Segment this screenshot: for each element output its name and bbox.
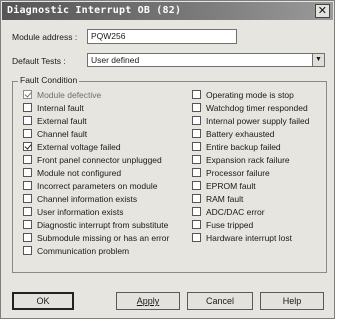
fault-checkbox-row[interactable]: Entire backup failed — [192, 142, 281, 153]
checkbox-label: Front panel connector unplugged — [37, 155, 162, 165]
cancel-button[interactable]: Cancel — [187, 292, 253, 310]
checkbox[interactable] — [192, 116, 201, 125]
checkbox-label: Watchdog timer responded — [206, 103, 308, 113]
fault-checkbox-row[interactable]: Internal fault — [23, 103, 84, 114]
checkbox[interactable] — [192, 168, 201, 177]
fault-checkbox-row[interactable]: Channel information exists — [23, 194, 137, 205]
checkbox-label: User information exists — [37, 207, 124, 217]
dialog-title: Diagnostic Interrupt OB (82) — [7, 5, 182, 16]
default-tests-label: Default Tests : — [12, 56, 66, 66]
apply-button-label: Apply — [136, 296, 160, 306]
fault-checkbox-row[interactable]: Incorrect parameters on module — [23, 181, 157, 192]
fault-checkbox-row[interactable]: Hardware interrupt lost — [192, 233, 292, 244]
checkbox[interactable] — [23, 181, 32, 190]
checkbox-label: External voltage failed — [37, 142, 121, 152]
checkbox[interactable] — [23, 103, 32, 112]
fault-checkbox-row[interactable]: Channel fault — [23, 129, 87, 140]
checkbox-label: Module not configured — [37, 168, 122, 178]
checkbox[interactable] — [23, 220, 32, 229]
checkbox[interactable] — [23, 194, 32, 203]
fault-checkbox-row[interactable]: Communication problem — [23, 246, 129, 257]
fault-checkbox-row[interactable]: External fault — [23, 116, 87, 127]
module-address-input[interactable]: PQW256 — [87, 29, 237, 44]
fault-checkbox-row[interactable]: Battery exhausted — [192, 129, 275, 140]
checkbox[interactable] — [192, 194, 201, 203]
checkbox-label: Processor failure — [206, 168, 270, 178]
default-tests-value: User defined — [91, 55, 140, 65]
checkbox-label: EPROM fault — [206, 181, 256, 191]
title-bar[interactable]: Diagnostic Interrupt OB (82) ✕ — [2, 2, 333, 20]
checkbox-label: Diagnostic interrupt from substitute — [37, 220, 169, 230]
checkbox[interactable] — [192, 155, 201, 164]
checkbox-label: Battery exhausted — [206, 129, 275, 139]
fault-checkbox-row[interactable]: Diagnostic interrupt from substitute — [23, 220, 168, 231]
default-tests-select[interactable]: User defined ▼ — [87, 53, 325, 67]
checkbox[interactable] — [23, 168, 32, 177]
checkbox-label: Channel information exists — [37, 194, 138, 204]
help-button[interactable]: Help — [260, 292, 324, 310]
checkbox-label: Fuse tripped — [206, 220, 254, 230]
apply-button[interactable]: Apply — [116, 292, 180, 310]
checkbox-label: Hardware interrupt lost — [206, 233, 292, 243]
checkbox[interactable] — [23, 233, 32, 242]
close-icon: ✕ — [317, 4, 328, 17]
fault-checkbox-row[interactable]: Processor failure — [192, 168, 270, 179]
close-button[interactable]: ✕ — [315, 4, 330, 18]
fault-condition-title: Fault Condition — [18, 75, 80, 86]
checkbox-label: Internal fault — [37, 103, 84, 113]
checkbox[interactable] — [23, 155, 32, 164]
checkbox-label: Entire backup failed — [206, 142, 281, 152]
checkbox[interactable] — [23, 116, 32, 125]
checkbox[interactable] — [192, 207, 201, 216]
fault-checkbox-row[interactable]: User information exists — [23, 207, 123, 218]
checkbox[interactable] — [23, 90, 32, 99]
fault-checkbox-row[interactable]: Module not configured — [23, 168, 121, 179]
module-address-label: Module address : — [12, 32, 78, 42]
fault-checkbox-row[interactable]: EPROM fault — [192, 181, 256, 192]
checkbox[interactable] — [192, 103, 201, 112]
checkbox[interactable] — [192, 233, 201, 242]
checkbox-label: Communication problem — [37, 246, 130, 256]
checkbox-label: External fault — [37, 116, 87, 126]
checkbox[interactable] — [23, 207, 32, 216]
checkbox-label: Operating mode is stop — [206, 90, 294, 100]
ok-button[interactable]: OK — [12, 292, 74, 310]
fault-checkbox-row[interactable]: Expansion rack failure — [192, 155, 290, 166]
checkbox-label: Channel fault — [37, 129, 88, 139]
checkbox[interactable] — [23, 246, 32, 255]
fault-checkbox-row[interactable]: RAM fault — [192, 194, 243, 205]
fault-checkbox-row[interactable]: Module defective — [23, 90, 101, 101]
fault-checkbox-row[interactable]: Watchdog timer responded — [192, 103, 308, 114]
chevron-down-icon[interactable]: ▼ — [312, 54, 324, 66]
fault-checkbox-row[interactable]: Front panel connector unplugged — [23, 155, 162, 166]
checkbox-label: Module defective — [37, 90, 102, 100]
checkbox[interactable] — [192, 181, 201, 190]
checkbox-label: Expansion rack failure — [206, 155, 290, 165]
checkbox[interactable] — [23, 142, 32, 151]
checkbox-label: ADC/DAC error — [206, 207, 265, 217]
checkbox[interactable] — [192, 142, 201, 151]
checkbox[interactable] — [192, 129, 201, 138]
checkbox[interactable] — [192, 90, 201, 99]
fault-checkbox-row[interactable]: Internal power supply failed — [192, 116, 309, 127]
fault-checkbox-row[interactable]: External voltage failed — [23, 142, 121, 153]
checkbox-label: RAM fault — [206, 194, 244, 204]
checkbox-label: Submodule missing or has an error — [37, 233, 170, 243]
checkbox[interactable] — [192, 220, 201, 229]
fault-checkbox-row[interactable]: ADC/DAC error — [192, 207, 265, 218]
fault-checkbox-row[interactable]: Fuse tripped — [192, 220, 253, 231]
fault-checkbox-row[interactable]: Submodule missing or has an error — [23, 233, 169, 244]
fault-checkbox-row[interactable]: Operating mode is stop — [192, 90, 294, 101]
diagnostic-interrupt-dialog: Diagnostic Interrupt OB (82) ✕ Module ad… — [0, 0, 335, 319]
checkbox[interactable] — [23, 129, 32, 138]
checkbox-label: Incorrect parameters on module — [37, 181, 158, 191]
checkbox-label: Internal power supply failed — [206, 116, 310, 126]
